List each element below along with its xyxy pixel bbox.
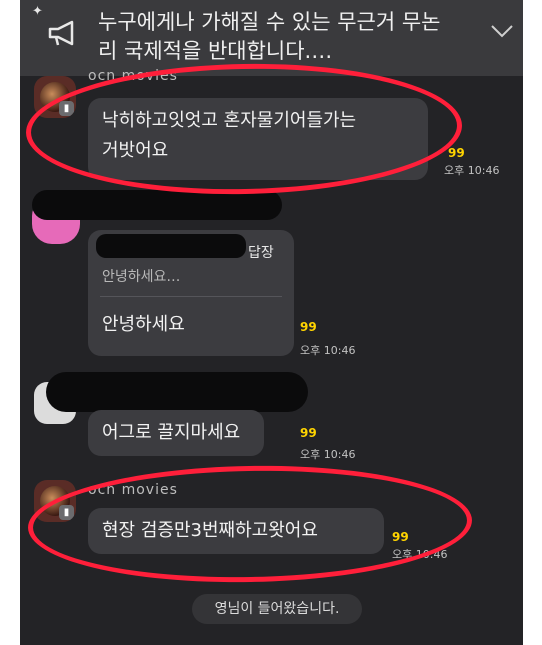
chat-screen: ✦ 누구에게나 가해질 수 있는 무근거 무논 리 국제적을 반대합니다.… ▮… — [20, 0, 523, 645]
redaction-mark — [96, 234, 246, 258]
notice-line-2: 리 국제적을 반대합니다.… — [98, 39, 333, 63]
unread-count: 99 — [300, 426, 317, 440]
message-text: 안녕하세요 — [102, 314, 185, 335]
notice-text: 누구에게나 가해질 수 있는 무근거 무논 리 국제적을 반대합니다.… — [98, 8, 478, 66]
message-time: 오후 10:46 — [300, 344, 356, 357]
chevron-down-icon[interactable] — [490, 24, 514, 38]
pin-icon: ✦ — [32, 4, 43, 19]
unread-count: 99 — [300, 320, 317, 334]
megaphone-icon — [48, 20, 74, 46]
message-time: 오후 10:46 — [300, 448, 356, 461]
notice-line-1: 누구에게나 가해질 수 있는 무근거 무논 — [98, 10, 441, 34]
system-message: 영님이 들어왔습니다. — [192, 594, 362, 624]
reply-bubble[interactable]: 답장 안녕하세요… 안녕하세요 — [88, 230, 294, 356]
divider — [100, 296, 282, 297]
unread-count: 99 — [448, 146, 465, 160]
reply-header: 답장 — [248, 245, 274, 261]
redaction-mark — [46, 372, 308, 412]
message-time: 오후 10:46 — [444, 164, 500, 177]
annotation-circle — [27, 462, 473, 586]
message-text: 어그로 끌지마세요 — [102, 422, 241, 443]
reply-quote: 안녕하세요… — [102, 269, 181, 285]
message-bubble[interactable]: 어그로 끌지마세요 — [88, 410, 264, 456]
redaction-mark — [32, 190, 282, 220]
